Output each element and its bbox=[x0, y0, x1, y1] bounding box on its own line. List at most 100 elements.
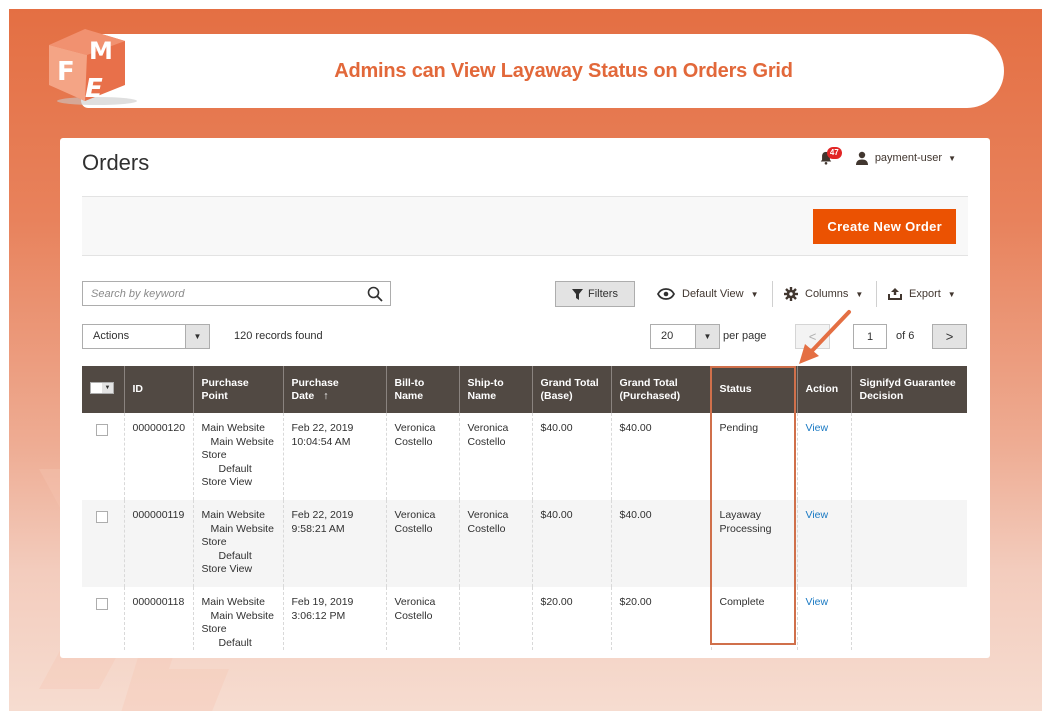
orders-grid: ▼ ID Purchase Point Purchase Date ↑ Bill-… bbox=[82, 366, 967, 650]
signifyd-decision bbox=[850, 587, 967, 650]
column-header-grand-total-base[interactable]: Grand Total (Base) bbox=[531, 366, 611, 413]
banner-title: Admins can View Layaway Status on Orders… bbox=[334, 60, 793, 82]
bill-to-name: Veronica Costello bbox=[385, 413, 459, 500]
order-id: 000000119 bbox=[123, 500, 193, 587]
per-page-label: per page bbox=[723, 330, 767, 342]
chevron-down-icon: ▼ bbox=[185, 325, 209, 348]
purchase-point: Main Website Main Website Store Default bbox=[192, 587, 283, 650]
svg-text:M: M bbox=[89, 37, 113, 65]
action-cell: View bbox=[796, 587, 851, 650]
signifyd-decision bbox=[850, 500, 967, 587]
search-input[interactable] bbox=[83, 282, 360, 305]
column-header-grand-total-purchased[interactable]: Grand Total (Purchased) bbox=[610, 366, 711, 413]
filters-button[interactable]: Filters bbox=[555, 281, 635, 307]
bill-to-name: Veronica Costello bbox=[385, 587, 459, 650]
current-page-input[interactable] bbox=[853, 324, 887, 349]
ship-to-name: Veronica Costello bbox=[458, 413, 532, 500]
column-header-bill-to-name[interactable]: Bill-to Name bbox=[385, 366, 459, 413]
view-order-link[interactable]: View bbox=[806, 596, 829, 608]
sort-ascending-icon: ↑ bbox=[323, 389, 329, 402]
admin-user-bar: 47 payment-user ▼ bbox=[819, 147, 956, 166]
purchase-date: Feb 22, 2019 9:58:21 AM bbox=[282, 500, 386, 587]
ship-to-name: Veronica Costello bbox=[458, 500, 532, 587]
column-header-purchase-point[interactable]: Purchase Point bbox=[192, 366, 283, 413]
row-checkbox[interactable] bbox=[96, 511, 108, 523]
fme-logo-icon: F M E bbox=[49, 29, 137, 105]
signifyd-decision bbox=[850, 413, 967, 500]
view-order-link[interactable]: View bbox=[806, 422, 829, 434]
grand-total-purchased: $40.00 bbox=[610, 500, 711, 587]
purchase-point: Main Website Main Website Store Default Stor… bbox=[192, 413, 283, 500]
notifications-button[interactable]: 47 bbox=[819, 147, 842, 166]
row-checkbox[interactable] bbox=[96, 424, 108, 436]
user-icon bbox=[855, 151, 868, 165]
previous-page-button[interactable]: < bbox=[795, 324, 830, 349]
chevron-down-icon: ▼ bbox=[102, 383, 113, 393]
total-pages: of 6 bbox=[896, 330, 915, 342]
per-page-value: 20 bbox=[661, 330, 674, 342]
eye-icon bbox=[657, 288, 675, 300]
grand-total-purchased: $20.00 bbox=[610, 587, 711, 650]
svg-text:E: E bbox=[85, 74, 103, 104]
column-label: Purchase Date bbox=[291, 376, 339, 402]
grand-total-base: $40.00 bbox=[531, 500, 611, 587]
grand-total-base: $20.00 bbox=[531, 587, 611, 650]
chevron-down-icon: ▼ bbox=[855, 289, 864, 299]
view-order-link[interactable]: View bbox=[806, 509, 829, 521]
column-header-status[interactable]: Status bbox=[710, 366, 797, 413]
export-icon bbox=[888, 288, 902, 300]
default-view-label: Default View bbox=[682, 288, 744, 300]
next-page-button[interactable]: > bbox=[932, 324, 967, 349]
columns-label: Columns bbox=[805, 288, 849, 300]
purchase-date: Feb 19, 2019 3:06:12 PM bbox=[282, 587, 386, 650]
export-label: Export bbox=[909, 288, 941, 300]
action-cell: View bbox=[796, 500, 851, 587]
column-header-signifyd-decision[interactable]: Signifyd Guarantee Decision bbox=[850, 366, 967, 413]
funnel-icon bbox=[572, 288, 584, 300]
order-status: Pending bbox=[710, 413, 797, 500]
action-cell: View bbox=[796, 413, 851, 500]
purchase-date: Feb 22, 2019 10:04:54 AM bbox=[282, 413, 386, 500]
ship-to-name bbox=[458, 587, 532, 650]
grand-total-base: $40.00 bbox=[531, 413, 611, 500]
per-page-select[interactable]: 20 ▼ bbox=[650, 324, 720, 349]
filters-label: Filters bbox=[588, 288, 618, 300]
gear-icon bbox=[784, 287, 798, 301]
order-status: Layaway Processing bbox=[710, 500, 797, 587]
order-id: 000000118 bbox=[123, 587, 193, 650]
mass-select-header[interactable]: ▼ bbox=[82, 366, 124, 413]
chevron-right-icon: > bbox=[945, 329, 954, 344]
table-row: 000000120 Main Website Main Website Store D… bbox=[82, 413, 967, 500]
create-new-order-button[interactable]: Create New Order bbox=[813, 209, 956, 244]
records-found: 120 records found bbox=[234, 330, 323, 342]
row-checkbox[interactable] bbox=[96, 598, 108, 610]
user-name: payment-user bbox=[874, 152, 943, 164]
toolbar-divider bbox=[876, 281, 877, 307]
default-view-dropdown[interactable]: Default View ▼ bbox=[657, 281, 758, 307]
columns-dropdown[interactable]: Columns ▼ bbox=[784, 281, 863, 307]
column-header-purchase-date[interactable]: Purchase Date ↑ bbox=[282, 366, 386, 413]
mass-actions-select[interactable]: Actions ▼ bbox=[82, 324, 210, 349]
order-id: 000000120 bbox=[123, 413, 193, 500]
purchase-point: Main Website Main Website Store Default Stor… bbox=[192, 500, 283, 587]
keyword-search bbox=[82, 281, 391, 306]
chevron-down-icon: ▼ bbox=[695, 325, 719, 348]
grid-header-row: ▼ ID Purchase Point Purchase Date ↑ Bill-… bbox=[82, 366, 967, 413]
search-icon[interactable] bbox=[360, 286, 390, 302]
notification-count-badge: 47 bbox=[826, 147, 842, 159]
column-header-id[interactable]: ID bbox=[123, 366, 193, 413]
column-header-ship-to-name[interactable]: Ship-to Name bbox=[458, 366, 532, 413]
chevron-left-icon: < bbox=[808, 329, 817, 344]
chevron-down-icon: ▼ bbox=[947, 289, 956, 299]
mass-actions-label: Actions bbox=[93, 330, 130, 342]
orders-panel: Orders 47 payment-user ▼ Create New Orde… bbox=[60, 138, 990, 658]
page-title: Orders bbox=[82, 150, 150, 175]
export-dropdown[interactable]: Export ▼ bbox=[888, 281, 956, 307]
page-actions-bar: Create New Order bbox=[82, 196, 968, 256]
mass-select-checkbox[interactable]: ▼ bbox=[90, 382, 114, 394]
toolbar-divider bbox=[772, 281, 773, 307]
title-banner: Admins can View Layaway Status on Orders… bbox=[81, 34, 1004, 108]
table-row: 000000119 Main Website Main Website Store D… bbox=[82, 500, 967, 587]
user-account-menu[interactable]: payment-user ▼ bbox=[855, 151, 956, 165]
bill-to-name: Veronica Costello bbox=[385, 500, 459, 587]
